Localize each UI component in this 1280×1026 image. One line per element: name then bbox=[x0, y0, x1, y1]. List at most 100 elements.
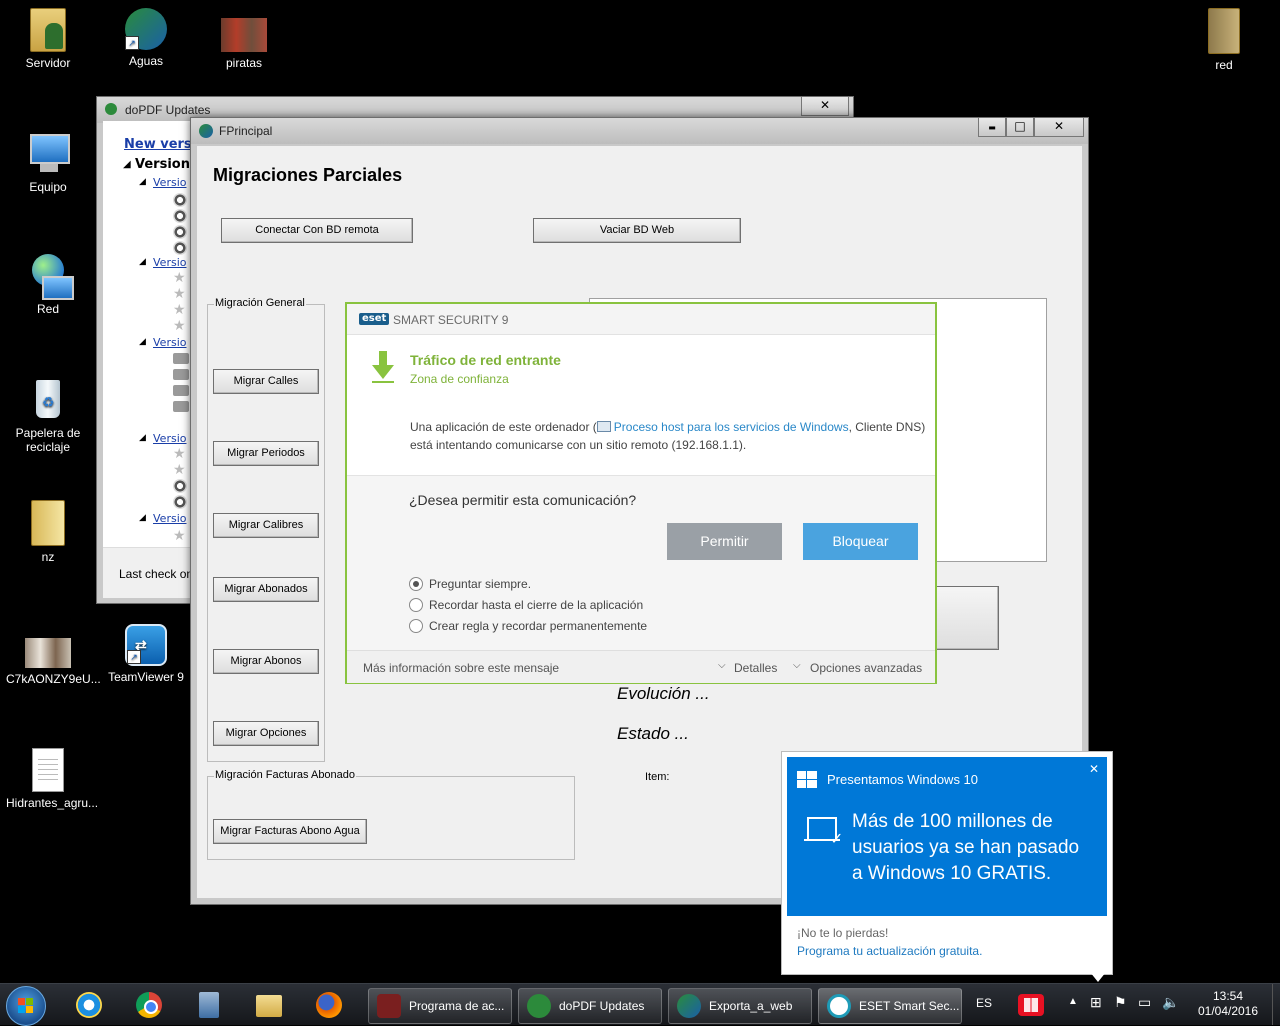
language-indicator[interactable]: ES bbox=[976, 996, 992, 1010]
fprincipal-window-title: FPrincipal bbox=[219, 124, 273, 138]
button-label: Migrar Calibres bbox=[228, 519, 304, 531]
folder-icon bbox=[256, 995, 282, 1017]
star-icon: ★ bbox=[173, 302, 186, 318]
network-globe-icon bbox=[28, 254, 74, 300]
windows-flag-tray-icon[interactable]: ⊞ bbox=[1090, 994, 1102, 1011]
process-link[interactable]: Proceso host para los servicios de Windo… bbox=[614, 420, 849, 434]
desktop-icon-aguas[interactable]: ↗ Aguas bbox=[104, 8, 188, 68]
notification-close-button[interactable]: ✕ bbox=[1089, 762, 1099, 776]
desktop-icon-nz[interactable]: nz bbox=[6, 500, 90, 564]
desktop-icon-video[interactable]: C7kAONZY9eU... bbox=[6, 630, 101, 686]
desktop-icon-label: Servidor bbox=[25, 56, 71, 70]
desktop-icon-equipo[interactable]: Equipo bbox=[6, 132, 90, 194]
shortcut-arrow-icon: ↗ bbox=[125, 36, 139, 50]
taskbar-pin-chrome[interactable] bbox=[124, 988, 174, 1022]
clock-date: 01/04/2016 bbox=[1197, 1004, 1259, 1018]
dopdf-version-item[interactable]: Versio bbox=[153, 512, 186, 525]
block-button[interactable]: Bloquear bbox=[803, 523, 918, 560]
tree-expand-icon[interactable]: ◢ bbox=[139, 337, 146, 347]
dopdf-close-button[interactable]: ✕ bbox=[801, 97, 849, 116]
desktop-icon-label: C7kAONZY9eU... bbox=[6, 672, 101, 686]
taskbar-pin-firefox[interactable] bbox=[304, 988, 354, 1022]
show-desktop-button[interactable] bbox=[1272, 984, 1280, 1025]
taskbar-item-exporta[interactable]: Exporta_a_web bbox=[668, 988, 812, 1024]
empty-web-db-button[interactable]: Vaciar BD Web bbox=[533, 218, 741, 243]
taskbar-item-eset[interactable]: ESET Smart Sec... bbox=[818, 988, 962, 1024]
radio-create-rule[interactable] bbox=[409, 619, 423, 633]
desktop-icon-servidor[interactable]: Servidor bbox=[6, 8, 90, 70]
fprincipal-maximize-button[interactable]: □ bbox=[1006, 118, 1034, 137]
advanced-options-link[interactable]: Opciones avanzadas bbox=[810, 661, 922, 675]
clock-time: 13:54 bbox=[1212, 989, 1244, 1003]
desktop-icon-piratas[interactable]: piratas bbox=[202, 8, 286, 70]
desktop-icon-teamviewer[interactable]: ⇄ ↗ TeamViewer 9 bbox=[104, 624, 188, 684]
details-link[interactable]: Detalles bbox=[734, 661, 777, 675]
close-icon: ✕ bbox=[819, 98, 831, 112]
tree-expand-icon[interactable]: ◢ bbox=[139, 513, 146, 523]
button-label: Migrar Abonos bbox=[230, 655, 302, 667]
taskbar-item-programa[interactable]: Programa de ac... bbox=[368, 988, 512, 1024]
upgrade-link[interactable]: Programa tu actualización gratuita. bbox=[797, 944, 982, 958]
tree-expand-icon[interactable]: ◢ bbox=[139, 177, 146, 187]
fprincipal-titlebar[interactable]: FPrincipal ▬ □ ✕ bbox=[191, 118, 1088, 144]
eset-logo: eset bbox=[359, 313, 390, 325]
dopdf-new-version-link[interactable]: New versi bbox=[124, 137, 196, 152]
dopdf-version-item[interactable]: Versio bbox=[153, 176, 186, 189]
description-prefix: Una aplicación de este ordenador ( bbox=[410, 420, 597, 434]
radio-remember-until-close[interactable] bbox=[409, 598, 423, 612]
taskbar-pin-internet-explorer[interactable] bbox=[64, 988, 114, 1022]
internet-explorer-icon bbox=[76, 992, 102, 1018]
dopdf-version-item[interactable]: Versio bbox=[153, 336, 186, 349]
clock[interactable]: 13:54 01/04/2016 bbox=[1188, 989, 1268, 1019]
dopdf-app-icon bbox=[105, 103, 117, 115]
start-button[interactable] bbox=[6, 986, 46, 1026]
desktop-icon-papelera[interactable]: ♻ Papelera de reciclaje bbox=[6, 378, 90, 454]
show-hidden-icons-button[interactable]: ▲ bbox=[1068, 996, 1078, 1007]
window-app-icon bbox=[596, 421, 611, 432]
desktop-icon-red[interactable]: Red bbox=[6, 254, 90, 316]
more-info-link[interactable]: Más información sobre este mensaje bbox=[363, 661, 559, 675]
app-icon bbox=[377, 994, 401, 1018]
tree-expand-icon[interactable]: ◢ bbox=[139, 433, 146, 443]
alert-subtitle: Zona de confianza bbox=[410, 372, 509, 386]
windows10-upgrade-tray-icon[interactable] bbox=[1018, 994, 1044, 1016]
radio-ask-always[interactable] bbox=[409, 577, 423, 591]
aguas-app-icon bbox=[677, 994, 701, 1018]
migrar-calles-button[interactable]: Migrar Calles bbox=[213, 369, 319, 394]
network-tray-icon[interactable]: ▭ bbox=[1138, 994, 1151, 1011]
dopdf-version-item[interactable]: Versio bbox=[153, 432, 186, 445]
new-badge-icon bbox=[173, 401, 189, 412]
dopdf-version-item[interactable]: Versio bbox=[153, 256, 186, 269]
taskbar-pin-server-manager[interactable] bbox=[184, 988, 234, 1022]
allow-button[interactable]: Permitir bbox=[667, 523, 782, 560]
gear-icon bbox=[173, 225, 187, 239]
volume-tray-icon[interactable]: 🔈 bbox=[1162, 994, 1179, 1011]
migrar-calibres-button[interactable]: Migrar Calibres bbox=[213, 513, 319, 538]
taskbar-pin-explorer[interactable] bbox=[244, 988, 294, 1022]
star-icon: ★ bbox=[173, 286, 186, 302]
desktop-icon-red-folder[interactable]: red bbox=[1182, 8, 1266, 72]
migrar-periodos-button[interactable]: Migrar Periodos bbox=[213, 441, 319, 466]
group-label: Migración Facturas Abonado bbox=[214, 769, 357, 781]
eset-product-name: SMART SECURITY 9 bbox=[393, 313, 509, 327]
desktop-icon-label: TeamViewer 9 bbox=[108, 670, 184, 684]
migrar-facturas-button[interactable]: Migrar Facturas Abono Agua bbox=[213, 819, 367, 844]
dopdf-version-header: Version bbox=[135, 157, 190, 172]
star-icon: ★ bbox=[173, 528, 186, 544]
migrar-abonados-button[interactable]: Migrar Abonados bbox=[213, 577, 319, 602]
migrar-opciones-button[interactable]: Migrar Opciones bbox=[213, 721, 319, 746]
notification-blue-panel[interactable]: Presentamos Windows 10 ✕ ✓ Más de 100 mi… bbox=[787, 757, 1107, 916]
tree-expand-icon[interactable]: ◢ bbox=[139, 257, 146, 267]
taskbar: Programa de ac... doPDF Updates Exporta_… bbox=[0, 983, 1280, 1026]
tree-expand-icon[interactable]: ◢ bbox=[123, 159, 131, 170]
taskbar-item-label: ESET Smart Sec... bbox=[859, 999, 960, 1013]
migrar-abonos-button[interactable]: Migrar Abonos bbox=[213, 649, 319, 674]
action-center-flag-icon[interactable]: ⚑ bbox=[1114, 994, 1127, 1011]
connect-remote-db-button[interactable]: Conectar Con BD remota bbox=[221, 218, 413, 243]
group-label: Migración General bbox=[214, 297, 306, 309]
fprincipal-close-button[interactable]: ✕ bbox=[1034, 118, 1084, 137]
page-title: Migraciones Parciales bbox=[213, 165, 403, 185]
desktop-icon-hidrantes[interactable]: Hidrantes_agru... bbox=[6, 748, 98, 810]
taskbar-item-dopdf[interactable]: doPDF Updates bbox=[518, 988, 662, 1024]
fprincipal-minimize-button[interactable]: ▬ bbox=[978, 118, 1006, 137]
